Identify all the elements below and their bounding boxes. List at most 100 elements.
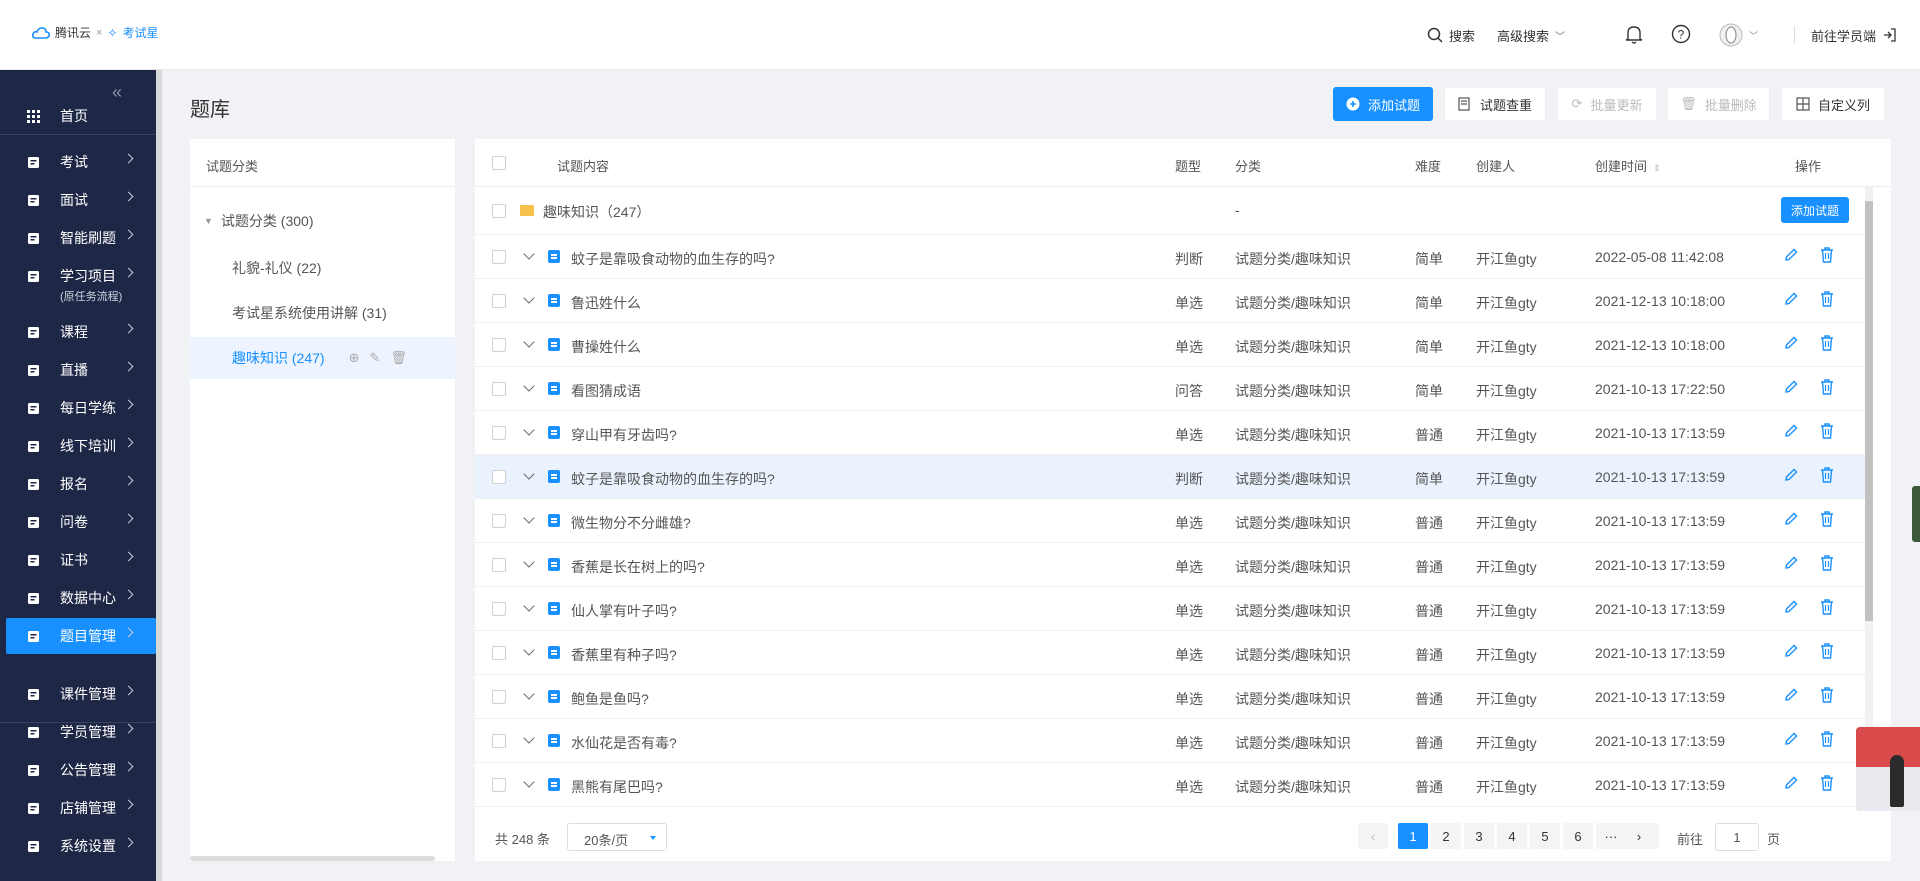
- question-content[interactable]: 鲁迅姓什么: [571, 293, 641, 313]
- trash-icon[interactable]: [1820, 467, 1834, 486]
- edit-icon[interactable]: [1783, 423, 1799, 442]
- row-checkbox[interactable]: [492, 690, 506, 704]
- avatar[interactable]: ﹀: [1719, 23, 1758, 47]
- chevron-down-icon[interactable]: [523, 732, 535, 744]
- trash-icon[interactable]: [1820, 775, 1834, 794]
- row-checkbox[interactable]: [492, 204, 506, 218]
- row-checkbox[interactable]: [492, 250, 506, 264]
- page-button-2[interactable]: 2: [1431, 823, 1461, 849]
- edit-icon[interactable]: ✎: [369, 350, 380, 366]
- chevron-down-icon[interactable]: [523, 600, 535, 612]
- sidebar-item-survey[interactable]: 问卷: [0, 504, 156, 540]
- question-content[interactable]: 蚊子是靠吸食动物的血生存的吗?: [571, 469, 775, 489]
- row-checkbox[interactable]: [492, 294, 506, 308]
- question-content[interactable]: 蚊子是靠吸食动物的血生存的吗?: [571, 249, 775, 269]
- scroll-thumb[interactable]: [1865, 201, 1873, 621]
- table-row[interactable]: 蚊子是靠吸食动物的血生存的吗? 判断 试题分类/趣味知识 简单 开江鱼gty 2021-1…: [475, 455, 1869, 499]
- row-checkbox[interactable]: [492, 338, 506, 352]
- check-duplicates-button[interactable]: 试题查重: [1444, 87, 1546, 121]
- sidebar-item-exam[interactable]: 考试: [0, 144, 156, 180]
- page-button-1[interactable]: 1: [1398, 823, 1428, 849]
- edit-icon[interactable]: [1783, 775, 1799, 794]
- table-row[interactable]: 鲁迅姓什么 单选 试题分类/趣味知识 简单 开江鱼gty 2021-12-13 10:18…: [475, 279, 1869, 323]
- row-checkbox[interactable]: [492, 734, 506, 748]
- table-row[interactable]: 黑熊有尾巴吗? 单选 试题分类/趣味知识 普通 开江鱼gty 2021-10-13 17:…: [475, 763, 1869, 807]
- table-row[interactable]: 水仙花是否有毒? 单选 试题分类/趣味知识 普通 开江鱼gty 2021-10-13 17…: [475, 719, 1869, 763]
- row-checkbox[interactable]: [492, 426, 506, 440]
- tree-node-fun-knowledge[interactable]: 趣味知识 (247) ⊕ ✎ 🗑: [190, 337, 455, 379]
- row-checkbox[interactable]: [492, 602, 506, 616]
- table-row[interactable]: 曹操姓什么 单选 试题分类/趣味知识 简单 开江鱼gty 2021-12-13 10:18…: [475, 323, 1869, 367]
- trash-icon[interactable]: [1820, 555, 1834, 574]
- edit-icon[interactable]: [1783, 599, 1799, 618]
- tree-node-etiquette[interactable]: 礼貌-礼仪 (22): [190, 247, 455, 289]
- help-icon[interactable]: ?: [1671, 24, 1691, 47]
- horizontal-scrollbar[interactable]: [190, 856, 435, 861]
- folder-row[interactable]: 趣味知识（247） - 添加试题: [475, 187, 1869, 235]
- chevron-down-icon[interactable]: [523, 248, 535, 260]
- table-row[interactable]: 看图猜成语 问答 试题分类/趣味知识 简单 开江鱼gty 2021-10-13 17:22…: [475, 367, 1869, 411]
- sidebar-item-live[interactable]: 直播: [0, 352, 156, 388]
- chevron-down-icon[interactable]: [523, 380, 535, 392]
- trash-icon[interactable]: [1820, 599, 1834, 618]
- sidebar-item-training[interactable]: 线下培训: [0, 428, 156, 464]
- page-size-select[interactable]: 20条/页: [567, 823, 667, 851]
- chevron-down-icon[interactable]: [523, 468, 535, 480]
- question-content[interactable]: 穿山甲有牙齿吗?: [571, 425, 677, 445]
- add-circle-icon[interactable]: ⊕: [349, 350, 360, 366]
- bell-icon[interactable]: [1625, 24, 1643, 47]
- folder-add-question-button[interactable]: 添加试题: [1781, 197, 1849, 223]
- question-content[interactable]: 香蕉是长在树上的吗?: [571, 557, 705, 577]
- edit-icon[interactable]: [1783, 555, 1799, 574]
- custom-columns-button[interactable]: 自定义列: [1781, 87, 1885, 121]
- edit-icon[interactable]: [1783, 511, 1799, 530]
- sidebar-item-settings[interactable]: 系统设置: [0, 828, 156, 864]
- sidebar-item-certificate[interactable]: 证书: [0, 542, 156, 578]
- goto-page-input[interactable]: 1: [1715, 823, 1759, 851]
- col-created[interactable]: 创建时间 ⇕: [1595, 156, 1661, 175]
- chevron-down-icon[interactable]: [523, 512, 535, 524]
- sidebar-item-practice[interactable]: 智能刷题: [0, 220, 156, 256]
- tree-node-system-guide[interactable]: 考试星系统使用讲解 (31): [190, 292, 455, 334]
- question-content[interactable]: 看图猜成语: [571, 381, 641, 401]
- page-button-5[interactable]: 5: [1530, 823, 1560, 849]
- page-button-4[interactable]: 4: [1497, 823, 1527, 849]
- question-content[interactable]: 鲍鱼是鱼吗?: [571, 689, 649, 709]
- sidebar-item-notice[interactable]: 公告管理: [0, 752, 156, 788]
- trash-icon[interactable]: 🗑: [390, 350, 407, 366]
- question-content[interactable]: 仙人掌有叶子吗?: [571, 601, 677, 621]
- search-button[interactable]: 搜索: [1427, 26, 1475, 45]
- goto-student-link[interactable]: 前往学员端: [1811, 26, 1896, 45]
- trash-icon[interactable]: [1820, 687, 1834, 706]
- edit-icon[interactable]: [1783, 335, 1799, 354]
- table-scrollbar[interactable]: [1865, 187, 1873, 807]
- sidebar-item-student[interactable]: 学员管理: [0, 714, 156, 750]
- sidebar-item-signup[interactable]: 报名: [0, 466, 156, 502]
- sidebar-item-shop[interactable]: 店铺管理: [0, 790, 156, 826]
- sidebar-item-courseware[interactable]: 课件管理: [0, 676, 156, 712]
- table-row[interactable]: 微生物分不分雌雄? 单选 试题分类/趣味知识 普通 开江鱼gty 2021-10-13 1…: [475, 499, 1869, 543]
- sidebar-item-question[interactable]: 题目管理: [6, 618, 156, 654]
- select-all-checkbox[interactable]: [492, 156, 506, 170]
- edit-icon[interactable]: [1783, 379, 1799, 398]
- table-row[interactable]: 蚊子是靠吸食动物的血生存的吗? 判断 试题分类/趣味知识 简单 开江鱼gty 2022-0…: [475, 235, 1869, 279]
- trash-icon[interactable]: [1820, 247, 1834, 266]
- sidebar-item-interview[interactable]: 面试: [0, 182, 156, 218]
- chevron-down-icon[interactable]: [523, 556, 535, 568]
- prev-page-button[interactable]: ‹: [1358, 823, 1388, 849]
- batch-update-button[interactable]: ⟳ 批量更新: [1557, 87, 1657, 121]
- row-checkbox[interactable]: [492, 470, 506, 484]
- side-widget-tab[interactable]: [1912, 486, 1920, 542]
- edit-icon[interactable]: [1783, 467, 1799, 486]
- table-row[interactable]: 香蕉里有种子吗? 单选 试题分类/趣味知识 普通 开江鱼gty 2021-10-13 17…: [475, 631, 1869, 675]
- trash-icon[interactable]: [1820, 511, 1834, 530]
- question-content[interactable]: 曹操姓什么: [571, 337, 641, 357]
- sidebar-item-book[interactable]: 课程: [0, 314, 156, 350]
- chevron-down-icon[interactable]: [523, 292, 535, 304]
- next-page-button[interactable]: ›: [1624, 823, 1654, 849]
- sidebar-scrollbar[interactable]: [156, 70, 162, 881]
- edit-icon[interactable]: [1783, 247, 1799, 266]
- question-content[interactable]: 黑熊有尾巴吗?: [571, 777, 663, 797]
- sidebar-item-project[interactable]: 学习项目 (原任务流程): [0, 258, 156, 303]
- row-checkbox[interactable]: [492, 514, 506, 528]
